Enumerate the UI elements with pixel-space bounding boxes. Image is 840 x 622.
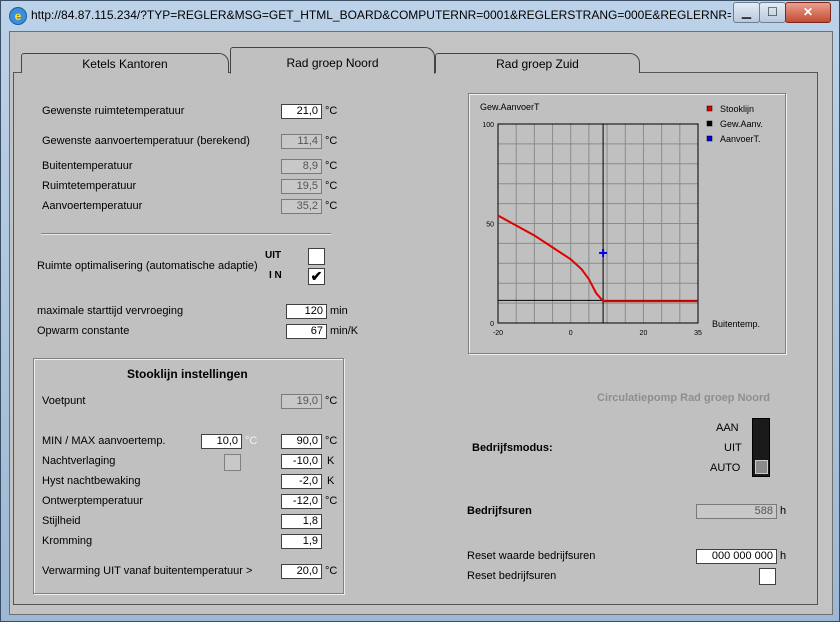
- kromming-label: Kromming: [42, 535, 93, 547]
- y-tick-label: 50: [486, 222, 494, 229]
- x-axis-label: Buitentemp.: [712, 319, 760, 329]
- gewenste-aanvoertemp-unit: °C: [325, 135, 338, 147]
- bedrijfsmodus-switch[interactable]: [752, 418, 770, 477]
- x-tick-label: 0: [569, 330, 573, 337]
- y-tick-label: 100: [482, 122, 494, 129]
- voetpunt-unit: °C: [325, 395, 338, 407]
- buitentemp-unit: °C: [325, 160, 338, 172]
- max-starttijd-input[interactable]: 120: [286, 304, 327, 319]
- kromming-input[interactable]: 1,9: [281, 534, 322, 549]
- buitentemp-label: Buitentemperatuur: [42, 160, 133, 172]
- hyst-nachtbewaking-label: Hyst nachtbewaking: [42, 475, 141, 487]
- stijlheid-label: Stijlheid: [42, 515, 81, 527]
- x-tick-label: -20: [493, 330, 503, 337]
- browser-window: e http://84.87.115.234/?TYP=REGLER&MSG=G…: [0, 0, 840, 622]
- max-starttijd-unit: min: [330, 305, 348, 317]
- aanvoertemp-value: 35,2: [281, 199, 322, 214]
- hyst-nachtbewaking-input[interactable]: -2,0: [281, 474, 322, 489]
- legend-label: Gew.Aanv.: [720, 119, 763, 129]
- gewenste-ruimtetemp-label: Gewenste ruimtetemperatuur: [42, 105, 185, 117]
- ie-icon: e: [9, 7, 27, 25]
- min-aanvoer-unit: °C: [245, 435, 258, 447]
- ruimtetemp-label: Ruimtetemperatuur: [42, 180, 137, 192]
- optimalisering-label: Ruimte optimalisering (automatische adap…: [37, 260, 258, 272]
- reset-bedrijfsuren-checkbox[interactable]: [759, 568, 776, 585]
- maximize-button[interactable]: ☐: [759, 2, 786, 23]
- tab-rad-groep-noord[interactable]: Rad groep Noord: [230, 47, 435, 74]
- switch-knob[interactable]: [755, 460, 768, 474]
- verwarming-uit-unit: °C: [325, 565, 338, 577]
- separator: [41, 233, 331, 235]
- gewenste-ruimtetemp-unit: °C: [325, 105, 338, 117]
- legend-label: AanvoerT.: [720, 134, 761, 144]
- ruimtetemp-value: 19,5: [281, 179, 322, 194]
- gewenste-ruimtetemp-input[interactable]: 21,0: [281, 104, 322, 119]
- buitentemp-value: 8,9: [281, 159, 322, 174]
- y-axis-label: Gew.AanvoerT: [480, 102, 540, 112]
- optimalisering-uit-checkbox[interactable]: [308, 248, 325, 265]
- optimalisering-in-checkbox[interactable]: ✔: [308, 268, 325, 285]
- x-tick-label: 35: [694, 330, 702, 337]
- stooklijn-title: Stooklijn instellingen: [127, 367, 248, 381]
- hyst-nachtbewaking-unit: K: [327, 475, 335, 487]
- minmax-aanvoer-label: MIN / MAX aanvoertemp.: [42, 435, 166, 447]
- mode-auto-label[interactable]: AUTO: [710, 462, 740, 474]
- mode-aan-label[interactable]: AAN: [716, 422, 739, 434]
- y-tick-label: 0: [490, 321, 494, 328]
- voetpunt-value: 19,0: [281, 394, 322, 409]
- opwarm-constante-unit: min/K: [330, 325, 359, 337]
- ontwerptemp-input[interactable]: -12,0: [281, 494, 322, 509]
- verwarming-uit-label: Verwarming UIT vanaf buitentemperatuur >: [42, 565, 253, 577]
- reset-waarde-label: Reset waarde bedrijfsuren: [467, 550, 596, 562]
- bedrijfsuren-value: 588: [696, 504, 777, 519]
- aanvoertemp-label: Aanvoertemperatuur: [42, 200, 143, 212]
- stooklijn-chart: Gew.AanvoerT Buitentemp. 100 50 0 -20 0 20 35 Sto…: [468, 93, 786, 354]
- ontwerptemp-unit: °C: [325, 495, 338, 507]
- opwarm-constante-input[interactable]: 67: [286, 324, 327, 339]
- max-aanvoer-unit: °C: [325, 435, 338, 447]
- max-aanvoer-input[interactable]: 90,0: [281, 434, 322, 449]
- tab-ketels-kantoren[interactable]: Ketels Kantoren: [21, 53, 229, 73]
- nachtverlaging-input[interactable]: -10,0: [281, 454, 322, 469]
- nachtverlaging-unit: K: [327, 455, 335, 467]
- reset-waarde-input[interactable]: 000 000 000: [696, 549, 777, 564]
- chart-svg: Gew.AanvoerT Buitentemp. 100 50 0 -20 0 20 35 Sto…: [480, 102, 763, 337]
- optimalisering-in-label: I N: [269, 270, 282, 281]
- voetpunt-label: Voetpunt: [42, 395, 86, 407]
- reset-waarde-unit: h: [780, 550, 787, 562]
- legend-label: Stooklijn: [720, 104, 754, 114]
- opwarm-constante-label: Opwarm constante: [37, 325, 130, 337]
- reset-bedrijfsuren-label: Reset bedrijfsuren: [467, 570, 557, 582]
- mode-uit-label[interactable]: UIT: [724, 442, 742, 454]
- window-title: http://84.87.115.234/?TYP=REGLER&MSG=GET…: [31, 8, 731, 22]
- minimize-button[interactable]: ▁: [733, 2, 760, 23]
- legend-swatch: [706, 135, 713, 142]
- ruimtetemp-unit: °C: [325, 180, 338, 192]
- bedrijfsmodus-label: Bedrijfsmodus:: [472, 442, 553, 454]
- tab-rad-groep-zuid[interactable]: Rad groep Zuid: [435, 53, 640, 73]
- nachtverlaging-toggle[interactable]: [224, 454, 241, 471]
- max-starttijd-label: maximale starttijd vervroeging: [37, 305, 184, 317]
- stijlheid-input[interactable]: 1,8: [281, 514, 322, 529]
- legend-swatch: [706, 120, 713, 127]
- min-aanvoer-input[interactable]: 10,0: [201, 434, 242, 449]
- gewenste-aanvoertemp-value: 11,4: [281, 134, 322, 149]
- optimalisering-uit-label: UIT: [265, 250, 282, 261]
- bedrijfsuren-unit: h: [780, 505, 787, 517]
- ontwerptemp-label: Ontwerptemperatuur: [42, 495, 143, 507]
- title-bar[interactable]: e http://84.87.115.234/?TYP=REGLER&MSG=G…: [1, 1, 839, 29]
- x-tick-label: 20: [640, 330, 648, 337]
- circulatiepomp-title: Circulatiepomp Rad groep Noord: [597, 392, 770, 404]
- verwarming-uit-input[interactable]: 20,0: [281, 564, 322, 579]
- close-button[interactable]: ✕: [785, 2, 831, 23]
- nachtverlaging-label: Nachtverlaging: [42, 455, 116, 467]
- aanvoertemp-unit: °C: [325, 200, 338, 212]
- gewenste-aanvoertemp-label: Gewenste aanvoertemperatuur (berekend): [42, 135, 250, 147]
- legend-swatch: [706, 105, 713, 112]
- bedrijfsuren-label: Bedrijfsuren: [467, 505, 532, 517]
